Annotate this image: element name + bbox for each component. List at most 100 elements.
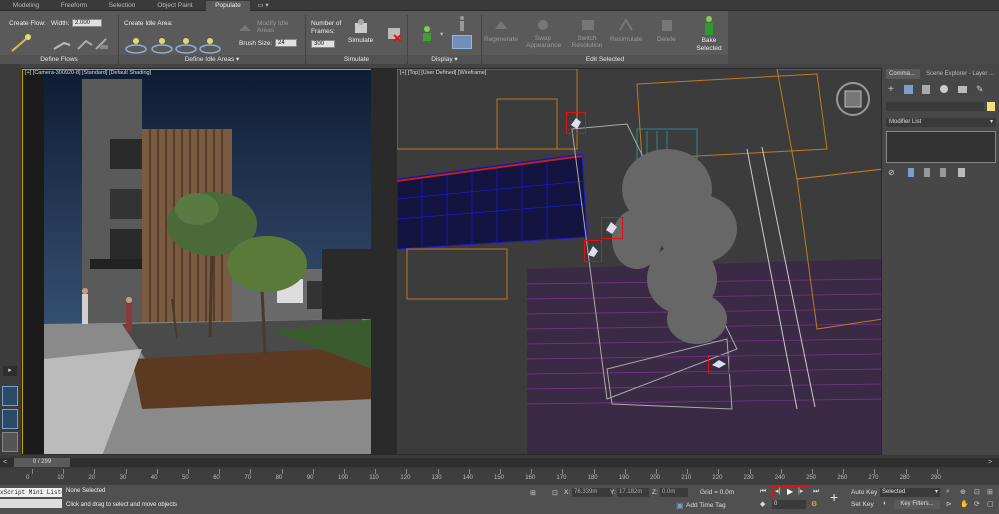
display-tab-icon[interactable]	[958, 86, 967, 93]
time-slider-thumb[interactable]: 0 / 299	[14, 458, 70, 467]
swap-appearance-button[interactable]: Swap Appearance	[526, 35, 561, 49]
current-frame-field[interactable]: 0	[772, 500, 806, 509]
x-coordinate-field[interactable]: 76.339m	[572, 488, 612, 497]
key-mode-icon[interactable]: ◆	[760, 500, 765, 508]
group-display[interactable]: Display ▾	[408, 55, 481, 64]
create-tab-icon[interactable]: +	[888, 84, 894, 95]
switch-resolution-icon[interactable]	[579, 17, 597, 33]
modify-idle-icon[interactable]	[237, 21, 253, 35]
show-end-result-icon[interactable]	[908, 168, 914, 177]
configure-sets-icon[interactable]	[958, 168, 965, 177]
zoom-extents-all-icon[interactable]: ⊞	[987, 488, 993, 496]
lock-selection-icon[interactable]: ⊞	[530, 489, 536, 497]
expand-arrow-icon[interactable]: ▸	[3, 366, 17, 376]
delete-button[interactable]: Delete	[657, 36, 676, 43]
pan-icon[interactable]: ✋	[960, 500, 969, 508]
selected-pedestrian[interactable]	[584, 240, 602, 262]
key-filter-icon[interactable]: ◐	[883, 500, 887, 507]
orbit-icon[interactable]: ⟳	[974, 500, 980, 508]
y-coordinate-field[interactable]: 17.182m	[617, 488, 649, 497]
delete-icon[interactable]	[658, 17, 676, 33]
width-spinner[interactable]: 2.000	[72, 19, 102, 27]
display-figure-icon[interactable]	[456, 15, 468, 33]
modify-tab-icon[interactable]	[904, 85, 913, 94]
slider-left-arrow-icon[interactable]: <	[3, 458, 12, 467]
switch-resolution-button[interactable]: Switch Resolution	[570, 35, 604, 49]
previous-frame-icon[interactable]: ◂|	[775, 487, 780, 495]
top-viewport-label[interactable]: [+] [Top] [User Defined] [Wireframe]	[400, 70, 486, 76]
tab-modeling[interactable]: Modeling	[4, 1, 48, 11]
set-key-plus-icon[interactable]: +	[830, 489, 838, 505]
resimulate-button[interactable]: Resimulate	[610, 36, 643, 43]
selected-pedestrian[interactable]	[566, 112, 586, 134]
motion-tab-icon[interactable]	[940, 85, 948, 93]
tab-selection[interactable]: Selection	[100, 1, 144, 11]
maximize-viewport-icon[interactable]: ▢	[987, 500, 994, 508]
key-set-dropdown[interactable]: Selected ▾	[880, 488, 940, 497]
zoom-extents-icon[interactable]: ⊡	[974, 488, 980, 496]
time-config-icon[interactable]: ⚙	[811, 500, 817, 508]
auto-key-button[interactable]: Auto Key	[851, 488, 879, 497]
swap-appearance-icon[interactable]	[534, 17, 552, 33]
tab-scene-explorer[interactable]: Scene Explorer - Layer ...	[926, 69, 998, 79]
simulate-delete-icon[interactable]	[386, 25, 404, 43]
resimulate-icon[interactable]	[617, 17, 635, 33]
modifier-list-dropdown[interactable]: Modifier List ▾	[886, 118, 996, 127]
utilities-tab-icon[interactable]: ✎	[976, 84, 984, 95]
layout-tab-1[interactable]	[2, 386, 18, 406]
top-viewport[interactable]: [+] [Top] [User Defined] [Wireframe]	[396, 68, 882, 455]
tab-command-panel[interactable]: Comma...	[886, 69, 920, 79]
object-name-field[interactable]	[886, 102, 984, 111]
create-idle-label: Create Idle Area:	[124, 20, 173, 27]
modifier-stack[interactable]	[886, 131, 996, 163]
bake-selected-button[interactable]: Bake Selected	[695, 37, 723, 53]
display-mode-button[interactable]	[452, 35, 472, 49]
tab-freeform[interactable]: Freeform	[52, 1, 96, 11]
display-dropdown-icon[interactable]: ▾	[440, 30, 443, 38]
selected-pedestrian[interactable]	[601, 217, 623, 239]
key-filters-button[interactable]: Key Filters...	[894, 500, 940, 509]
add-time-tag-button[interactable]: Add Time Tag	[686, 502, 726, 509]
make-unique-icon[interactable]	[924, 168, 930, 177]
display-people-icon[interactable]	[418, 25, 436, 45]
frames-spinner[interactable]: 300	[311, 40, 335, 48]
flow-tools-icons[interactable]	[10, 31, 110, 53]
tab-object-paint[interactable]: Object Paint	[150, 1, 200, 11]
go-to-start-icon[interactable]: ⏮	[760, 488, 766, 496]
field-of-view-icon[interactable]: ⊳	[946, 500, 952, 508]
tick-label: 0	[26, 475, 30, 481]
viewcube-icon[interactable]	[833, 79, 873, 119]
camera-viewport[interactable]: [+] [Camera-300920-8] [Standard] [Defaul…	[21, 68, 372, 455]
regenerate-button[interactable]: Regenerate	[484, 36, 518, 43]
object-color-swatch[interactable]	[987, 102, 995, 111]
tab-more[interactable]: ▭ ▾	[254, 1, 272, 11]
next-frame-icon[interactable]: |▸	[798, 487, 803, 495]
simulate-icon[interactable]	[352, 18, 372, 36]
brush-size-spinner[interactable]: 24	[275, 39, 297, 47]
slider-right-arrow-icon[interactable]: >	[988, 458, 997, 467]
pin-stack-icon[interactable]: ⊘	[888, 168, 895, 177]
set-key-button[interactable]: Set Key	[851, 500, 879, 509]
go-to-end-icon[interactable]: ⏭	[813, 488, 819, 496]
hierarchy-tab-icon[interactable]	[922, 85, 930, 94]
selected-pedestrian[interactable]	[708, 355, 730, 374]
idle-area-icons[interactable]	[124, 35, 234, 55]
remove-modifier-icon[interactable]	[940, 168, 946, 177]
bake-selected-icon[interactable]	[700, 15, 718, 37]
zoom-icon[interactable]: ⌕	[946, 488, 950, 496]
play-icon[interactable]: ▶	[787, 487, 793, 496]
maxscript-input[interactable]	[0, 499, 62, 508]
regenerate-icon[interactable]	[492, 17, 510, 33]
zoom-all-icon[interactable]: ⊕	[960, 488, 966, 496]
z-coordinate-field[interactable]: 0.0m	[660, 488, 688, 497]
maxscript-listener[interactable]: xScript Mini Liste	[0, 488, 62, 497]
time-slider-track[interactable]	[0, 458, 999, 467]
modify-idle-label[interactable]: Modify Idle Areas	[257, 20, 289, 34]
layout-tab-3[interactable]	[2, 432, 18, 452]
simulate-button[interactable]: Simulate	[348, 37, 373, 44]
tab-populate[interactable]: Populate	[206, 1, 250, 11]
layout-tab-2[interactable]	[2, 409, 18, 429]
absolute-mode-icon[interactable]: ⊡	[552, 489, 558, 497]
time-tag-icon[interactable]: ▣	[676, 501, 684, 510]
group-define-idle[interactable]: Define Idle Areas ▾	[119, 55, 305, 64]
